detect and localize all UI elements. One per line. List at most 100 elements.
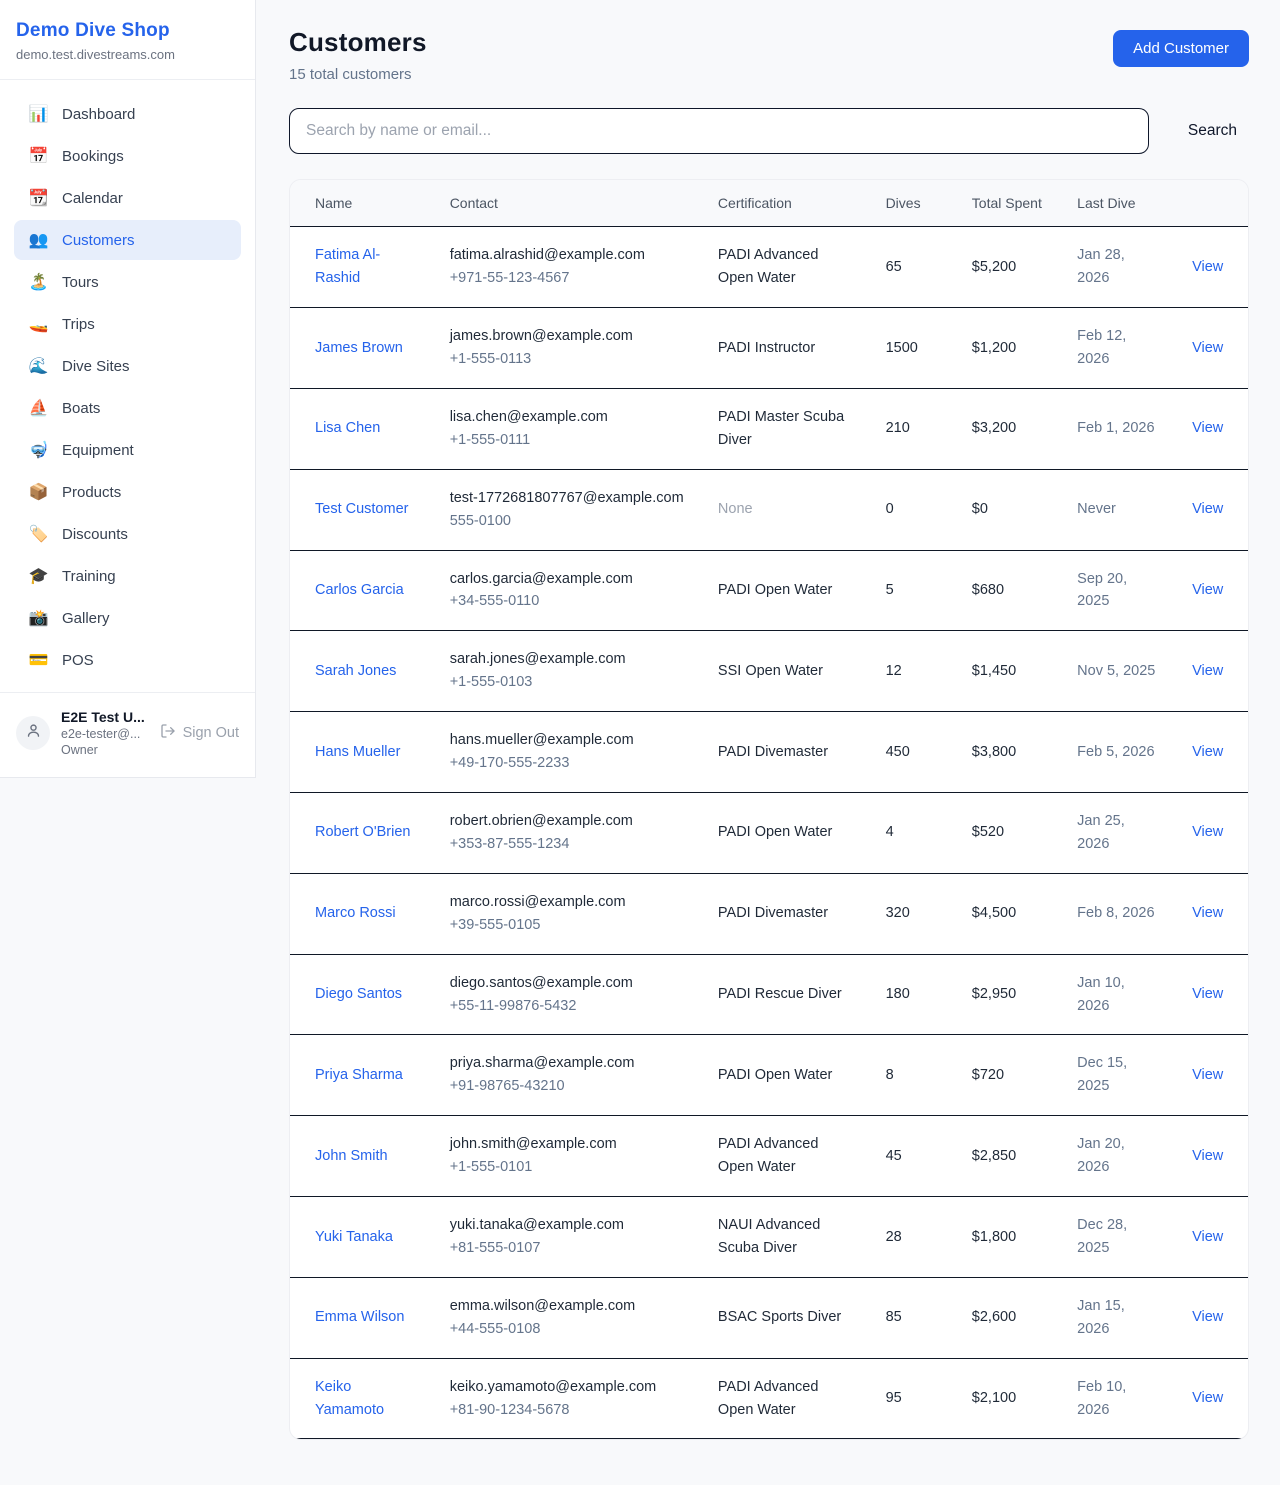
customer-name-link[interactable]: Yuki Tanaka (315, 1229, 393, 1245)
dives-cell: 85 (870, 1277, 956, 1358)
customer-name-link[interactable]: Marco Rossi (315, 905, 396, 921)
graduation-cap-icon: 🎓 (28, 566, 49, 586)
customer-name-link[interactable]: Priya Sharma (315, 1067, 403, 1083)
contact-cell: james.brown@example.com +1-555-0113 (434, 308, 702, 389)
sign-out-button[interactable]: Sign Out (160, 723, 239, 743)
customer-email: john.smith@example.com (450, 1133, 686, 1156)
table-row: Sarah Jones sarah.jones@example.com +1-5… (290, 631, 1248, 712)
customer-name-link[interactable]: Robert O'Brien (315, 824, 410, 840)
customer-name-link[interactable]: John Smith (315, 1148, 388, 1164)
view-link[interactable]: View (1192, 663, 1223, 679)
dives-cell: 28 (870, 1197, 956, 1278)
last-dive-cell: Jan 28, 2026 (1061, 227, 1176, 308)
page-header: Customers 15 total customers Add Custome… (289, 27, 1249, 83)
add-customer-button[interactable]: Add Customer (1113, 30, 1249, 67)
contact-cell: marco.rossi@example.com +39-555-0105 (434, 873, 702, 954)
customer-name-link[interactable]: Diego Santos (315, 986, 402, 1002)
customer-email: carlos.garcia@example.com (450, 568, 686, 591)
customer-name-link[interactable]: Fatima Al-Rashid (315, 247, 380, 286)
customer-name-link[interactable]: Carlos Garcia (315, 582, 404, 598)
total-spent-cell: $5,200 (956, 227, 1061, 308)
table-row: Keiko Yamamoto keiko.yamamoto@example.co… (290, 1358, 1248, 1439)
certification-cell: None (702, 469, 870, 550)
customer-name-link[interactable]: Sarah Jones (315, 663, 396, 679)
sidebar-item-equipment[interactable]: 🤿 Equipment (14, 430, 241, 470)
customer-phone: +1-555-0113 (450, 348, 686, 371)
view-link[interactable]: View (1192, 1390, 1223, 1406)
customer-phone: +1-555-0103 (450, 671, 686, 694)
view-link[interactable]: View (1192, 986, 1223, 1002)
user-email: e2e-tester@... (61, 727, 149, 741)
customer-email: robert.obrien@example.com (450, 810, 686, 833)
contact-cell: fatima.alrashid@example.com +971-55-123-… (434, 227, 702, 308)
package-icon: 📦 (28, 482, 49, 502)
customer-name-link[interactable]: Lisa Chen (315, 420, 380, 436)
sidebar-item-trips[interactable]: 🚤 Trips (14, 304, 241, 344)
customer-name-link[interactable]: Emma Wilson (315, 1309, 404, 1325)
view-link[interactable]: View (1192, 744, 1223, 760)
customer-phone: +81-555-0107 (450, 1237, 686, 1260)
sidebar-item-gallery[interactable]: 📸 Gallery (14, 598, 241, 638)
search-input[interactable] (289, 108, 1149, 154)
customer-name-link[interactable]: Keiko Yamamoto (315, 1379, 384, 1418)
contact-cell: carlos.garcia@example.com +34-555-0110 (434, 550, 702, 631)
sidebar-item-pos[interactable]: 💳 POS (14, 640, 241, 680)
dives-cell: 12 (870, 631, 956, 712)
last-dive-cell: Dec 28, 2025 (1061, 1197, 1176, 1278)
last-dive-cell: Jan 10, 2026 (1061, 954, 1176, 1035)
sidebar-item-customers[interactable]: 👥 Customers (14, 220, 241, 260)
last-dive-cell: Never (1061, 469, 1176, 550)
main-content: Customers 15 total customers Add Custome… (256, 0, 1280, 1470)
person-icon (25, 722, 42, 744)
sidebar-item-products[interactable]: 📦 Products (14, 472, 241, 512)
customer-phone: +1-555-0111 (450, 429, 686, 452)
customer-name-link[interactable]: Test Customer (315, 501, 408, 517)
user-role: Owner (61, 743, 149, 757)
search-button[interactable]: Search (1176, 114, 1249, 148)
total-spent-cell: $680 (956, 550, 1061, 631)
customer-email: sarah.jones@example.com (450, 648, 686, 671)
wave-icon: 🌊 (28, 356, 49, 376)
sidebar-item-dive-sites[interactable]: 🌊 Dive Sites (14, 346, 241, 386)
view-link[interactable]: View (1192, 1067, 1223, 1083)
view-link[interactable]: View (1192, 824, 1223, 840)
sidebar-item-training[interactable]: 🎓 Training (14, 556, 241, 596)
sidebar-item-calendar[interactable]: 📆 Calendar (14, 178, 241, 218)
sign-out-label: Sign Out (183, 725, 239, 741)
contact-cell: emma.wilson@example.com +44-555-0108 (434, 1277, 702, 1358)
view-link[interactable]: View (1192, 420, 1223, 436)
table-body: Fatima Al-Rashid fatima.alrashid@example… (290, 227, 1248, 1439)
view-link[interactable]: View (1192, 582, 1223, 598)
title-block: Customers 15 total customers (289, 27, 427, 83)
customer-phone: 555-0100 (450, 510, 686, 533)
bar-chart-icon: 📊 (28, 104, 49, 124)
customer-name-link[interactable]: Hans Mueller (315, 744, 400, 760)
view-link[interactable]: View (1192, 1148, 1223, 1164)
shop-title[interactable]: Demo Dive Shop (16, 20, 239, 42)
sidebar-item-label: Dive Sites (62, 358, 130, 375)
view-link[interactable]: View (1192, 501, 1223, 517)
dives-cell: 1500 (870, 308, 956, 389)
view-link[interactable]: View (1192, 259, 1223, 275)
table-row: Robert O'Brien robert.obrien@example.com… (290, 792, 1248, 873)
last-dive-cell: Feb 1, 2026 (1061, 388, 1176, 469)
dives-cell: 320 (870, 873, 956, 954)
sidebar-item-bookings[interactable]: 📅 Bookings (14, 136, 241, 176)
sidebar-item-label: Customers (62, 232, 135, 249)
tag-icon: 🏷️ (28, 524, 49, 544)
customer-phone: +39-555-0105 (450, 914, 686, 937)
contact-cell: test-1772681807767@example.com 555-0100 (434, 469, 702, 550)
view-link[interactable]: View (1192, 1309, 1223, 1325)
view-link[interactable]: View (1192, 1229, 1223, 1245)
certification-cell: PADI Divemaster (702, 873, 870, 954)
sidebar-item-tours[interactable]: 🏝️ Tours (14, 262, 241, 302)
view-link[interactable]: View (1192, 905, 1223, 921)
total-spent-cell: $4,500 (956, 873, 1061, 954)
sidebar-item-dashboard[interactable]: 📊 Dashboard (14, 94, 241, 134)
view-link[interactable]: View (1192, 340, 1223, 356)
sidebar-item-label: Tours (62, 274, 99, 291)
sidebar-item-boats[interactable]: ⛵ Boats (14, 388, 241, 428)
sidebar-item-discounts[interactable]: 🏷️ Discounts (14, 514, 241, 554)
customer-name-link[interactable]: James Brown (315, 340, 403, 356)
column-header-contact: Contact (434, 180, 702, 227)
